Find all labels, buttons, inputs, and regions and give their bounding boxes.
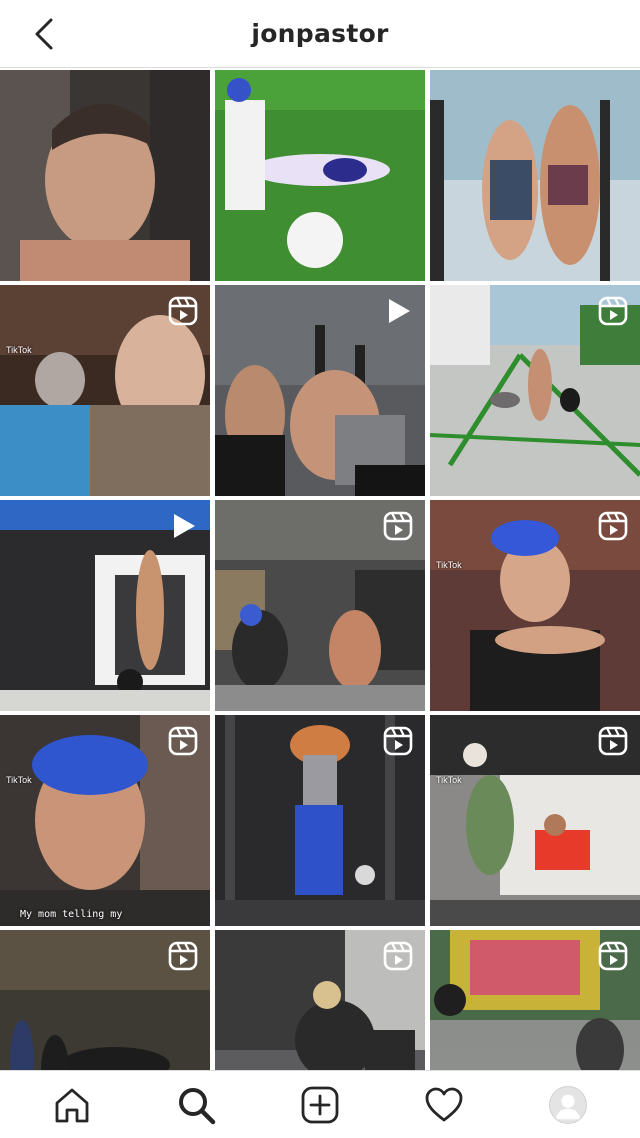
reels-icon	[598, 726, 628, 756]
reels-icon	[383, 726, 413, 756]
reels-icon	[168, 726, 198, 756]
home-icon	[55, 1088, 89, 1122]
tiktok-watermark: TikTok	[436, 775, 462, 785]
tab-new-post[interactable]	[288, 1073, 352, 1137]
post-tile[interactable]	[0, 70, 210, 281]
user-placeholder-icon	[555, 1094, 581, 1119]
post-tile[interactable]	[430, 285, 640, 496]
bottom-tab-bar	[0, 1070, 640, 1138]
tab-activity[interactable]	[412, 1073, 476, 1137]
reels-icon	[598, 511, 628, 541]
add-post-icon	[301, 1086, 339, 1123]
top-header: jonpastor	[0, 0, 640, 68]
post-tile[interactable]: TikTok	[430, 715, 640, 926]
post-tile[interactable]	[215, 500, 425, 711]
reels-icon	[598, 296, 628, 326]
tiktok-watermark: TikTok	[6, 775, 32, 785]
tab-profile[interactable]	[536, 1073, 600, 1137]
post-tile[interactable]	[215, 70, 425, 281]
tab-home[interactable]	[40, 1073, 104, 1137]
tiktok-watermark: TikTok	[436, 560, 462, 570]
post-thumbnail	[215, 70, 425, 281]
reels-icon	[598, 941, 628, 971]
post-tile[interactable]	[430, 70, 640, 281]
play-icon	[174, 514, 195, 538]
search-icon	[179, 1087, 216, 1124]
profile-username: jonpastor	[251, 19, 389, 48]
heart-icon	[425, 1087, 463, 1121]
reels-icon	[168, 296, 198, 326]
post-tile[interactable]	[215, 285, 425, 496]
post-tile[interactable]	[0, 500, 210, 711]
tiktok-watermark: TikTok	[6, 345, 32, 355]
video-caption: My mom telling my	[20, 909, 123, 920]
post-tile[interactable]: TikTok	[430, 500, 640, 711]
post-tile[interactable]: TikTok My mom telling my	[0, 715, 210, 926]
post-tile[interactable]	[215, 715, 425, 926]
play-icon	[389, 299, 410, 323]
post-thumbnail	[430, 70, 640, 281]
reels-icon	[383, 941, 413, 971]
post-thumbnail	[0, 70, 210, 281]
reels-icon	[168, 941, 198, 971]
tab-search[interactable]	[164, 1073, 228, 1137]
reels-icon	[383, 511, 413, 541]
avatar	[549, 1085, 587, 1124]
posts-grid: TikTok TikTok TikTok My mom telling my T…	[0, 70, 640, 1138]
post-tile[interactable]: TikTok	[0, 285, 210, 496]
